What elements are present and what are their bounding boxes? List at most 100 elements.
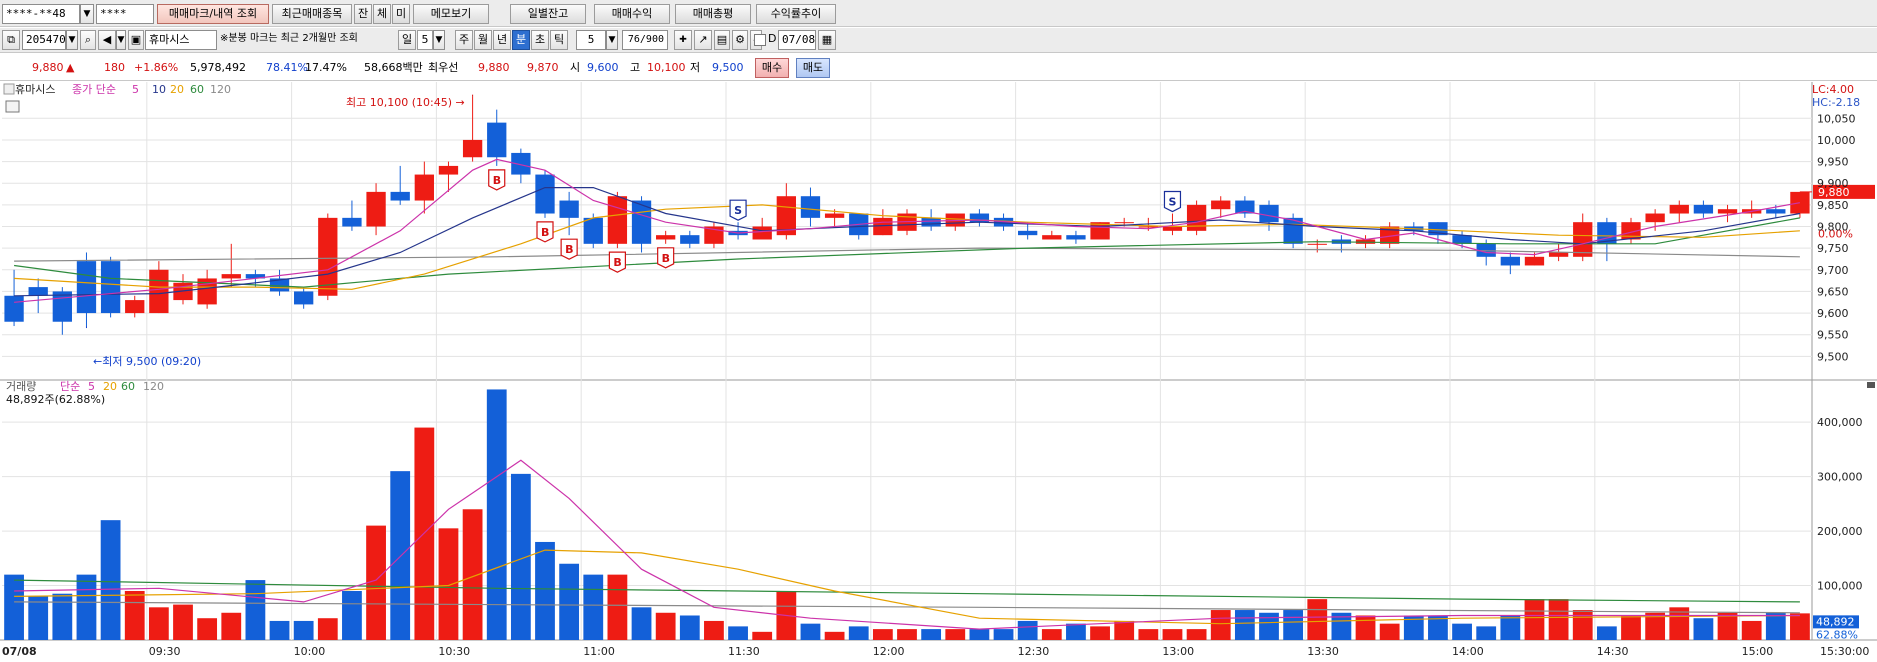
change-percent: +1.86% <box>134 61 179 74</box>
candle-body <box>1645 213 1665 223</box>
trade-summary-button[interactable]: 매매총평 <box>675 4 751 24</box>
candle-body <box>824 213 845 218</box>
memo-view-button[interactable]: 메모보기 <box>413 4 489 24</box>
volume-bar <box>486 389 507 640</box>
hc-label: HC:-2.18 <box>1812 96 1860 109</box>
password-field[interactable]: **** <box>96 4 154 24</box>
trade-profit-button[interactable]: 매매수익 <box>594 4 670 24</box>
chart-area[interactable]: B B B B B S S 9,880 0.00% 48,892 62.88% 9,500 9,550… <box>0 82 1877 662</box>
candle-body <box>414 174 434 201</box>
bid-price: 9,870 <box>527 61 559 74</box>
pane-collapse-icon[interactable] <box>1867 382 1875 388</box>
account-dropdown-icon[interactable]: ▼ <box>80 4 94 24</box>
volume-legend-ma120: 120 <box>143 380 164 393</box>
unfilled-button[interactable]: 미 <box>392 4 410 24</box>
stock-chart-svg[interactable]: BBBB BSS9,8800.00%48,89262.88% 9,5009,550… <box>0 82 1877 662</box>
draw-tool-icon[interactable]: ↗ <box>694 30 712 50</box>
chart-settings-icon[interactable]: ✚ <box>674 30 692 50</box>
candle-body <box>52 291 72 322</box>
candle-body <box>366 191 386 227</box>
volume-bar <box>390 471 411 640</box>
tab-tick[interactable]: 틱 <box>550 30 568 50</box>
price-tick-label: 9,950 <box>1817 156 1849 169</box>
candle-body <box>487 122 507 158</box>
ask-price: 9,880 <box>478 61 510 74</box>
volume-tick-label: 300,000 <box>1817 471 1863 484</box>
volume-bar <box>1017 620 1038 640</box>
candle-body <box>1524 256 1545 266</box>
daily-balance-button[interactable]: 일별잔고 <box>510 4 586 24</box>
save-icon[interactable]: ▤ <box>714 30 730 50</box>
link-icon[interactable]: ⧉ <box>2 30 20 50</box>
candle-body <box>656 235 676 240</box>
code-dropdown-icon[interactable]: ▼ <box>66 30 78 50</box>
recent-trades-button[interactable]: 최근매매종목 <box>272 4 352 24</box>
sell-signal-label: S <box>1168 196 1176 209</box>
trade-mark-button[interactable]: 매매마크/내역 조회 <box>157 4 269 24</box>
count-field[interactable]: 76/900 <box>622 30 668 50</box>
volume-bar <box>317 618 338 640</box>
time-label: 09:30 <box>149 645 181 658</box>
tab-week[interactable]: 주 <box>455 30 473 50</box>
interval-input[interactable]: 5 <box>576 30 606 50</box>
sound-dropdown-icon[interactable]: ▼ <box>116 30 126 50</box>
candle-body <box>752 226 772 240</box>
candle-body <box>921 217 941 227</box>
current-ratio-label: 62.88% <box>1816 628 1858 641</box>
candle-body <box>28 287 48 296</box>
volume-bar <box>52 593 73 640</box>
time-label: 10:30 <box>438 645 470 658</box>
time-label: 13:00 <box>1162 645 1194 658</box>
gear-icon[interactable]: ⚙ <box>732 30 748 50</box>
volume-bar <box>342 590 362 640</box>
balance-button[interactable]: 잔 <box>354 4 372 24</box>
buy-button[interactable]: 매수 <box>755 58 789 78</box>
interval-dropdown-icon[interactable]: ▼ <box>606 30 618 50</box>
low-label: 저 <box>690 61 701 74</box>
tab-month[interactable]: 월 <box>474 30 492 50</box>
volume-bar <box>921 629 942 640</box>
account-select[interactable]: ****-**48 <box>2 4 80 24</box>
table-toggle-icon[interactable] <box>5 100 20 113</box>
change-value: 180 <box>104 61 125 74</box>
volume-value: 5,978,492 <box>190 61 246 74</box>
pane-menu-icon[interactable] <box>3 83 15 95</box>
candle-body <box>1573 222 1593 257</box>
stock-name-field[interactable]: 휴마시스 <box>145 30 217 50</box>
day-count-dropdown-icon[interactable]: ▼ <box>433 30 445 50</box>
tab-day[interactable]: 일 <box>398 30 416 50</box>
low-price: 9,500 <box>712 61 744 74</box>
time-label: 10:00 <box>294 645 326 658</box>
tab-second[interactable]: 초 <box>531 30 549 50</box>
range-checkbox[interactable] <box>754 34 766 46</box>
volume-bar <box>438 528 459 640</box>
price-tick-label: 9,650 <box>1817 285 1849 298</box>
tab-year[interactable]: 년 <box>493 30 511 50</box>
price-tick-label: 9,550 <box>1817 329 1849 342</box>
stock-code-input[interactable]: 205470 <box>22 30 66 50</box>
filled-button[interactable]: 체 <box>373 4 391 24</box>
volume-bar <box>1307 599 1328 640</box>
day-count-field[interactable]: 5 <box>417 30 433 50</box>
calendar-icon[interactable]: ▦ <box>818 30 836 50</box>
stock-info-icon[interactable]: ▣ <box>128 30 144 50</box>
candle-body <box>1042 235 1062 240</box>
volume-bar <box>1548 599 1569 640</box>
volume-bar <box>124 590 145 640</box>
date-field[interactable]: 07/08 <box>778 30 816 50</box>
volume-bar <box>607 574 628 640</box>
candle-body <box>221 274 241 279</box>
volume-bar <box>148 607 169 640</box>
return-trend-button[interactable]: 수익률추이 <box>756 4 836 24</box>
sound-icon[interactable]: ◀ <box>98 30 116 50</box>
sell-button[interactable]: 매도 <box>796 58 830 78</box>
price-tick-label: 9,800 <box>1817 221 1849 234</box>
volume-bar <box>993 629 1014 640</box>
tab-minute[interactable]: 분 <box>512 30 530 50</box>
search-icon[interactable]: ⌕ <box>80 30 96 50</box>
volume-bar <box>1452 623 1472 640</box>
buy-signal-label: B <box>493 174 501 187</box>
account-toolbar: ****-**48 ▼ **** 매매마크/내역 조회 최근매매종목 잔 체 미… <box>0 0 1877 27</box>
volume-bar <box>1114 620 1135 640</box>
volume-bar <box>1790 613 1810 640</box>
